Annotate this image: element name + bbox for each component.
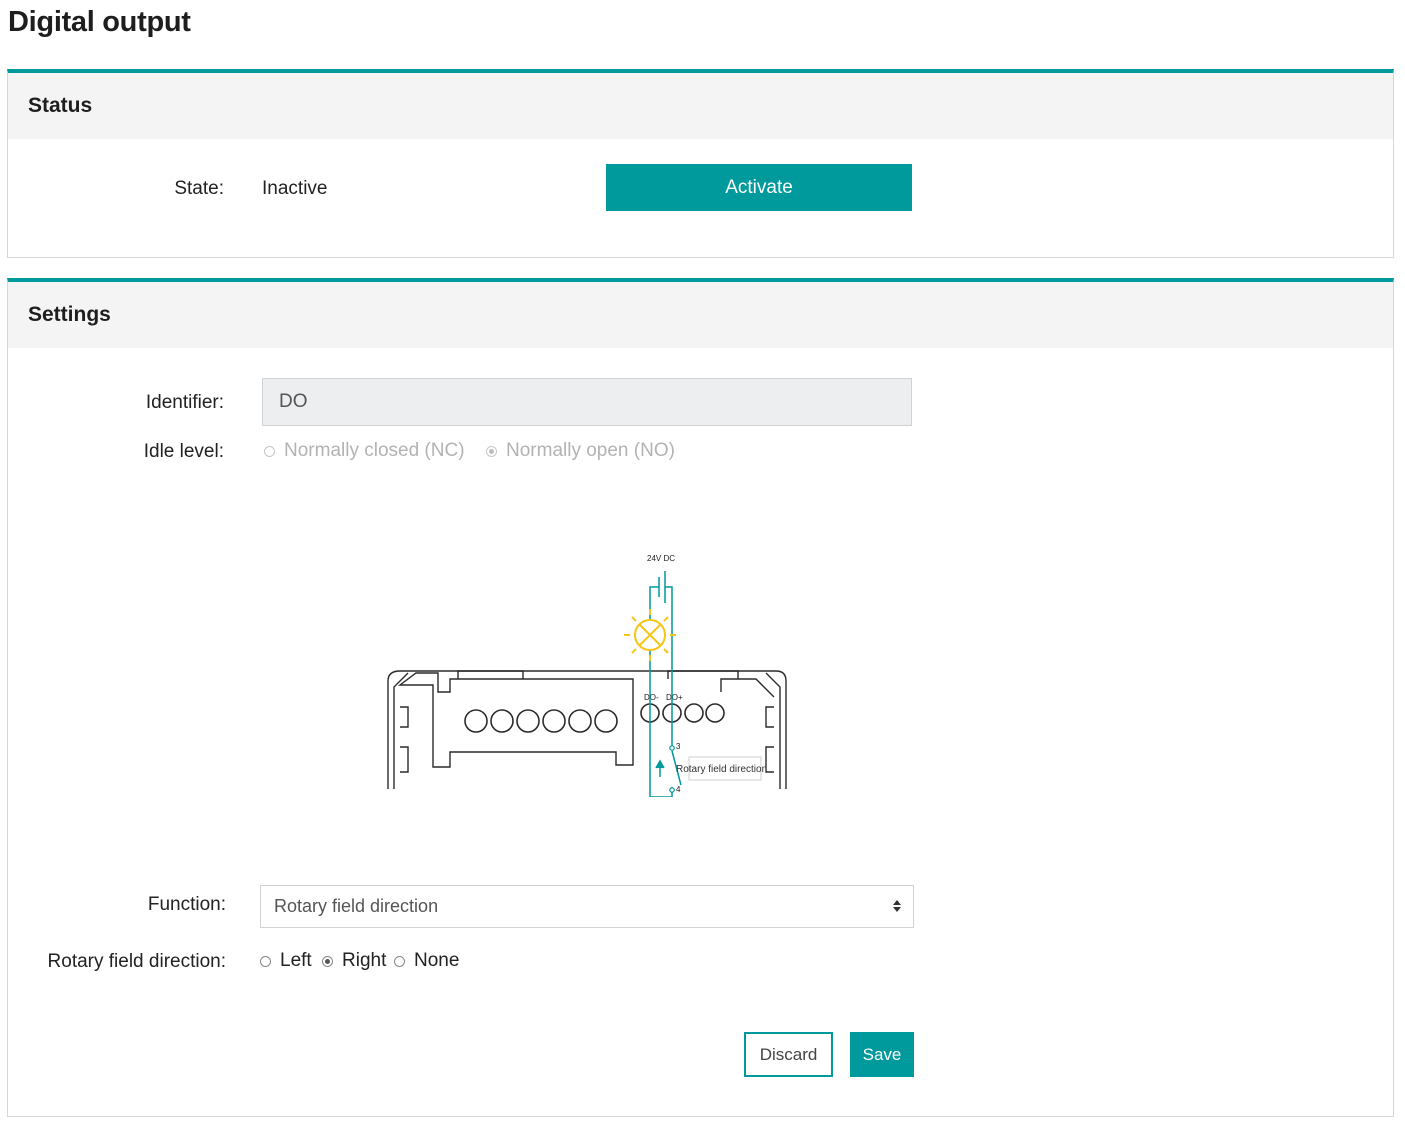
idle-option-nc[interactable]: Normally closed (NC): [264, 440, 465, 462]
page-title: Digital output: [8, 6, 191, 38]
state-value: Inactive: [262, 178, 328, 199]
rotary-none-radio[interactable]: [394, 955, 405, 967]
rotary-right-radio[interactable]: [322, 955, 333, 967]
state-label: State:: [174, 178, 224, 199]
supply-label: 24V DC: [647, 554, 675, 563]
terminal-block-left: [464, 709, 618, 733]
select-arrows-icon: [893, 900, 901, 912]
rotary-option-none[interactable]: None: [394, 950, 459, 972]
function-label: Function:: [147, 894, 226, 915]
terminal-do-plus-label: DO+: [666, 693, 683, 702]
function-value: Rotary field direction: [274, 896, 439, 916]
identifier-value: DO: [279, 391, 308, 412]
contact-bottom-label: 4: [676, 785, 681, 794]
idle-nc-label: Normally closed (NC): [284, 440, 465, 461]
rotary-left-radio[interactable]: [260, 955, 271, 967]
identifier-field[interactable]: DO: [262, 378, 912, 426]
idle-nc-radio[interactable]: [264, 445, 275, 457]
relay-label: Rotary field direction: [676, 764, 767, 775]
status-panel: Status State: Inactive Activate: [7, 69, 1394, 258]
rotary-none-label: None: [414, 950, 460, 971]
wiring-diagram: DO- DO+ 24V DC 3 4 Rotary field directio…: [387, 554, 787, 797]
function-select[interactable]: Rotary field direction: [260, 885, 914, 928]
rotary-right-label: Right: [342, 950, 387, 971]
rotary-option-right[interactable]: Right: [322, 950, 386, 972]
discard-button[interactable]: Discard: [744, 1032, 833, 1077]
idle-level-label: Idle level:: [143, 441, 224, 462]
idle-no-label: Normally open (NO): [506, 440, 675, 461]
save-button[interactable]: Save: [850, 1032, 914, 1077]
idle-option-no[interactable]: Normally open (NO): [486, 440, 675, 462]
activate-button[interactable]: Activate: [606, 164, 912, 211]
terminal-block-right: [640, 703, 725, 723]
rotary-option-left[interactable]: Left: [260, 950, 312, 972]
settings-heading: Settings: [8, 282, 1393, 348]
status-heading: Status: [8, 73, 1393, 139]
rotary-direction-label: Rotary field direction:: [47, 951, 226, 972]
terminal-do-minus-label: DO-: [644, 693, 659, 702]
settings-panel: Settings Identifier: DO Idle level: Norm…: [7, 278, 1394, 1117]
contact-top-label: 3: [676, 742, 681, 751]
idle-no-radio[interactable]: [486, 445, 497, 457]
rotary-left-label: Left: [280, 950, 312, 971]
identifier-label: Identifier:: [145, 392, 224, 413]
